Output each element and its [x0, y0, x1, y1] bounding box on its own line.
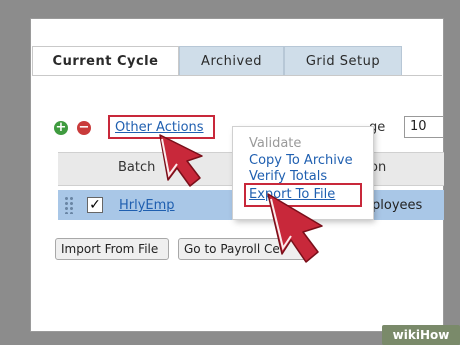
cursor-arrow-icon — [267, 193, 323, 263]
tab-current-cycle[interactable]: Current Cycle — [32, 46, 179, 76]
menu-pointer — [222, 124, 233, 140]
add-row-button[interactable]: + — [54, 121, 68, 135]
tab-grid-setup[interactable]: Grid Setup — [284, 46, 402, 76]
remove-row-button[interactable]: − — [77, 121, 91, 135]
cursor-arrow-icon — [159, 134, 203, 187]
minus-icon: − — [78, 120, 90, 135]
menu-item-copy-to-archive[interactable]: Copy To Archive — [249, 153, 353, 168]
page-size-input[interactable]: 10 — [404, 116, 444, 138]
drag-handle-icon[interactable] — [64, 196, 74, 214]
import-from-file-button[interactable]: Import From File — [55, 238, 169, 260]
tab-archived[interactable]: Archived — [179, 46, 284, 76]
plus-icon: + — [55, 120, 67, 135]
row-checkbox[interactable]: ✓ — [87, 197, 103, 213]
menu-item-verify-totals[interactable]: Verify Totals — [249, 169, 327, 184]
wikihow-watermark: wikiHow — [382, 325, 460, 345]
tabs-divider — [32, 75, 442, 76]
menu-item-validate: Validate — [249, 136, 302, 151]
batch-name-link[interactable]: HrlyEmp — [119, 198, 175, 213]
batch-description-cell: ployees — [372, 198, 423, 213]
